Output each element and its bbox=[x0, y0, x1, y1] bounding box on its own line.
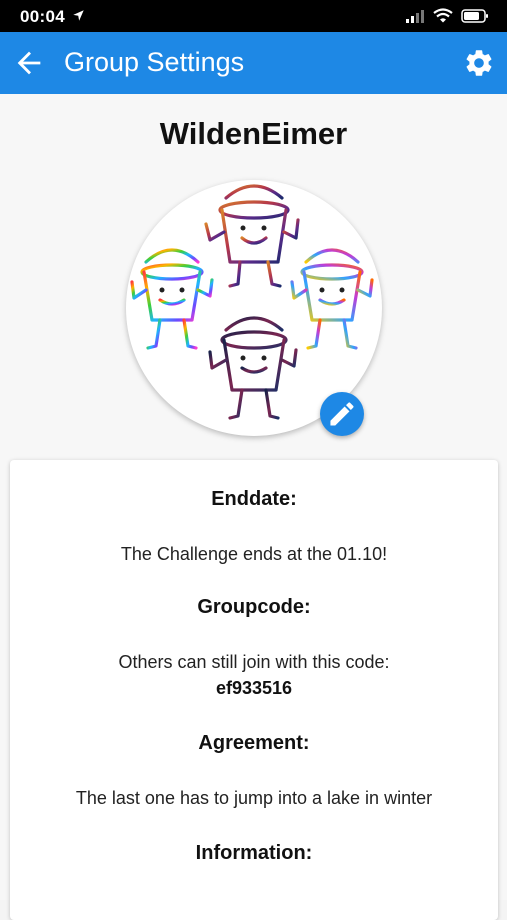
edit-avatar-button[interactable] bbox=[320, 392, 364, 436]
back-button[interactable] bbox=[12, 46, 46, 80]
arrow-left-icon bbox=[17, 51, 41, 75]
status-bar: 00:04 bbox=[0, 0, 507, 32]
status-time: 00:04 bbox=[20, 7, 85, 27]
enddate-heading: Enddate: bbox=[211, 488, 297, 510]
app-bar: Group Settings bbox=[0, 32, 507, 94]
information-heading: Information: bbox=[195, 842, 313, 864]
settings-button[interactable] bbox=[463, 47, 495, 79]
wifi-icon bbox=[433, 8, 453, 23]
battery-icon bbox=[461, 8, 488, 23]
cellular-signal-icon bbox=[406, 9, 424, 23]
status-icons bbox=[405, 8, 489, 23]
bucket-figure-bottom bbox=[208, 316, 298, 420]
clock-text: 00:04 bbox=[20, 7, 65, 26]
group-info-card: Enddate: The Challenge ends at the 01.10… bbox=[10, 460, 498, 920]
group-code-value: ef933516 bbox=[215, 678, 293, 698]
group-name: WildenEimer bbox=[159, 116, 348, 151]
pencil-icon bbox=[330, 402, 354, 426]
bucket-figure-top bbox=[204, 184, 300, 288]
bucket-figure-right bbox=[290, 248, 374, 350]
content-area: WildenEimer Enddate: The Challenge ends … bbox=[0, 94, 507, 920]
location-arrow-icon bbox=[73, 10, 84, 21]
gear-icon bbox=[466, 50, 492, 76]
agreement-text: The last one has to jump into a lake in … bbox=[75, 788, 433, 808]
groupcode-text: Others can still join with this code: bbox=[118, 652, 390, 672]
agreement-heading: Agreement: bbox=[198, 732, 310, 754]
enddate-text: The Challenge ends at the 01.10! bbox=[120, 544, 388, 564]
bucket-figure-left bbox=[130, 248, 214, 350]
groupcode-heading: Groupcode: bbox=[197, 596, 311, 618]
page-title: Group Settings bbox=[64, 47, 245, 77]
